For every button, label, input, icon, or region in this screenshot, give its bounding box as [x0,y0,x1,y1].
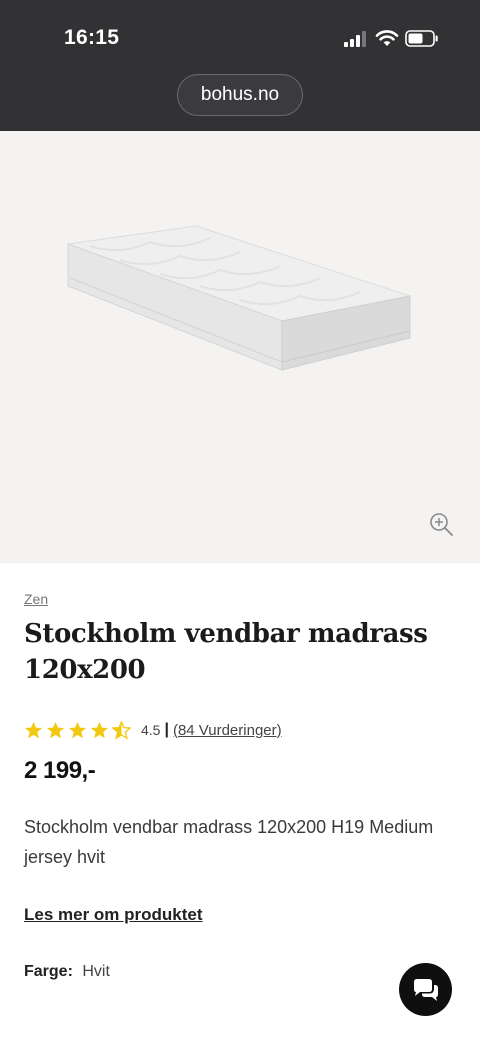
address-bar[interactable]: bohus.no [177,74,303,116]
color-label: Farge: [24,963,73,980]
battery-icon [405,30,438,47]
reviews-link[interactable]: (84 Vurderinger) [173,722,282,739]
product-image[interactable] [0,131,480,563]
rating-value: 4.5 [141,722,161,738]
address-bar-url: bohus.no [200,84,280,105]
chat-button[interactable] [399,963,452,1016]
product-rating: 4.5 | (84 Vurderinger) [24,719,282,741]
wifi-icon [375,30,399,46]
color-value: Hvit [82,963,110,980]
half-star-icon [112,720,131,740]
star-icon [68,721,87,738]
rating-stars [24,720,131,740]
mattress-image [67,225,412,371]
cellular-signal-icon [344,31,366,47]
brand-link[interactable]: Zen [24,591,48,607]
star-icon [46,721,65,738]
product-description: Stockholm vendbar madrass 120x200 H19 Me… [24,817,434,867]
star-icon [24,721,43,738]
product-title: Stockholm vendbar madrass 120x200 [24,619,428,685]
zoom-in-icon[interactable] [428,511,454,537]
read-more-link[interactable]: Les mer om produktet [24,905,203,925]
product-price: 2 199,- [24,757,96,784]
color-selector[interactable]: Farge: Hvit [24,963,110,981]
rating-separator: | [164,721,169,738]
status-time: 16:15 [64,26,120,49]
chat-bubbles-icon [413,978,438,1001]
star-icon [90,721,109,738]
status-bar: 16:15 bohus.no [0,0,480,131]
